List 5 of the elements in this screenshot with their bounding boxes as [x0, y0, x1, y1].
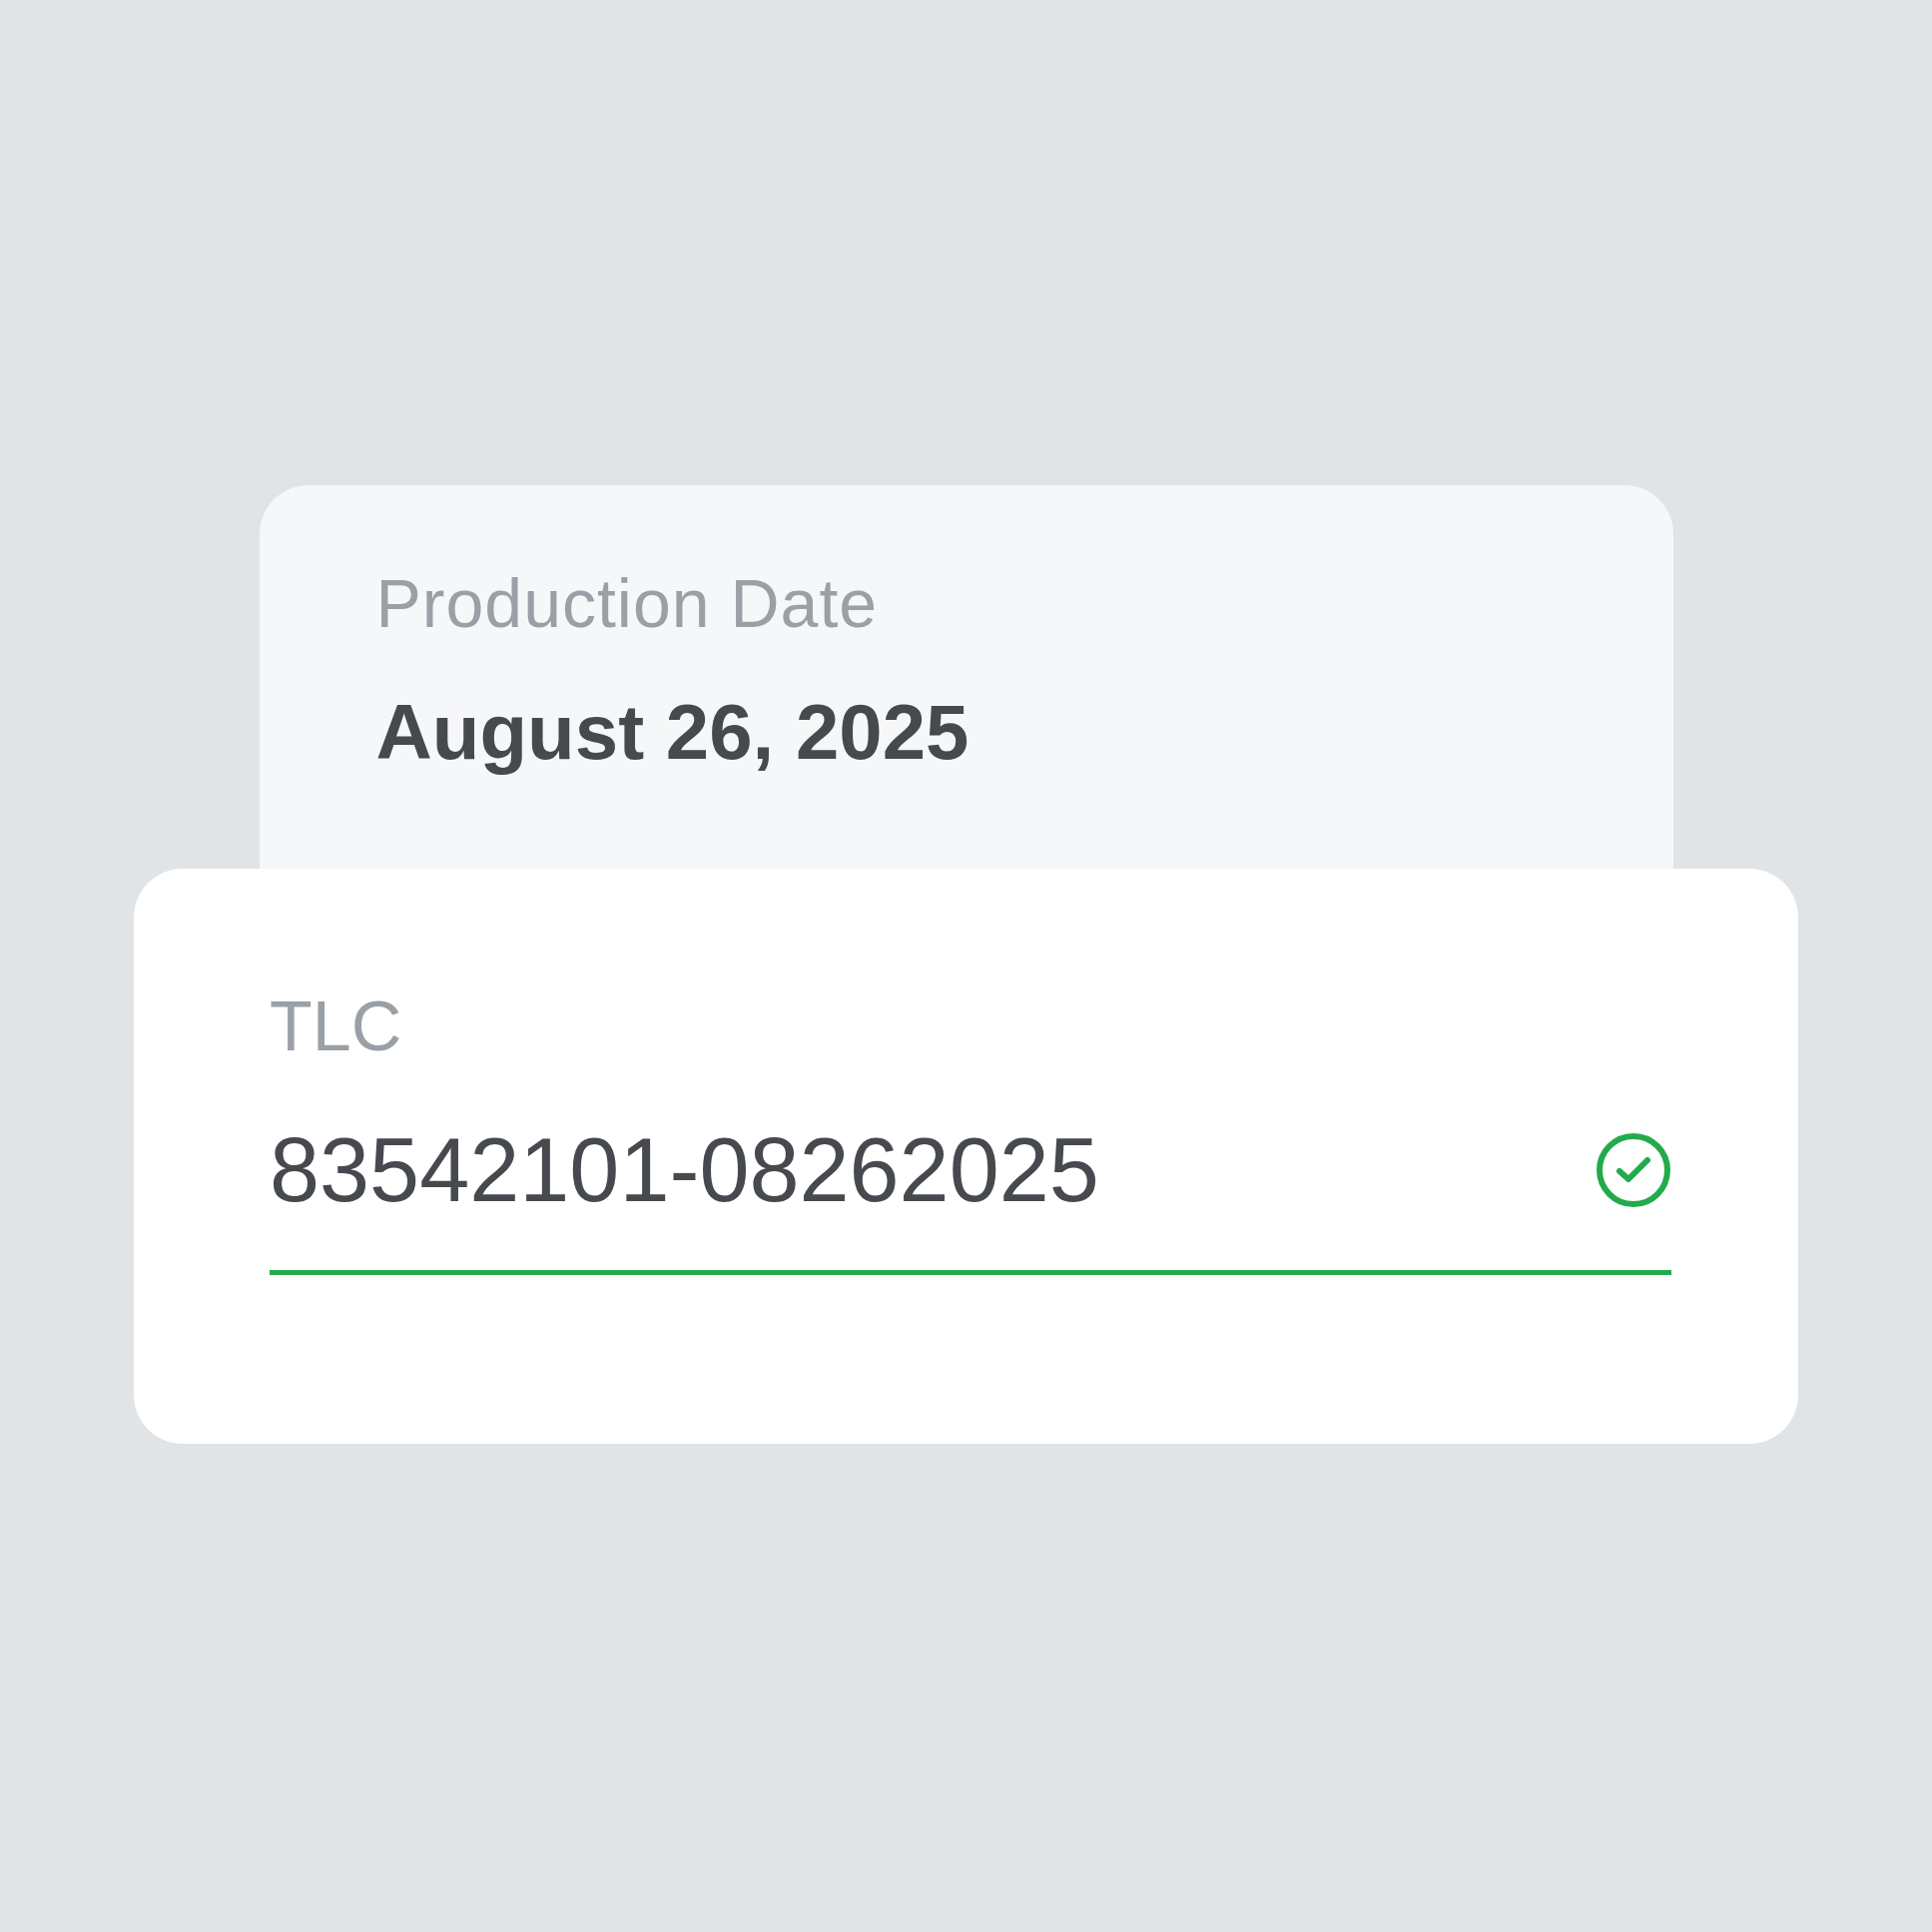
tlc-input-field[interactable]: 83542101-08262025: [270, 1120, 1671, 1275]
field-label: TLC: [270, 986, 403, 1066]
field-label: Production Date: [375, 564, 880, 643]
field-value: August 26, 2025: [375, 687, 970, 777]
check-circle-icon: [1596, 1132, 1671, 1208]
